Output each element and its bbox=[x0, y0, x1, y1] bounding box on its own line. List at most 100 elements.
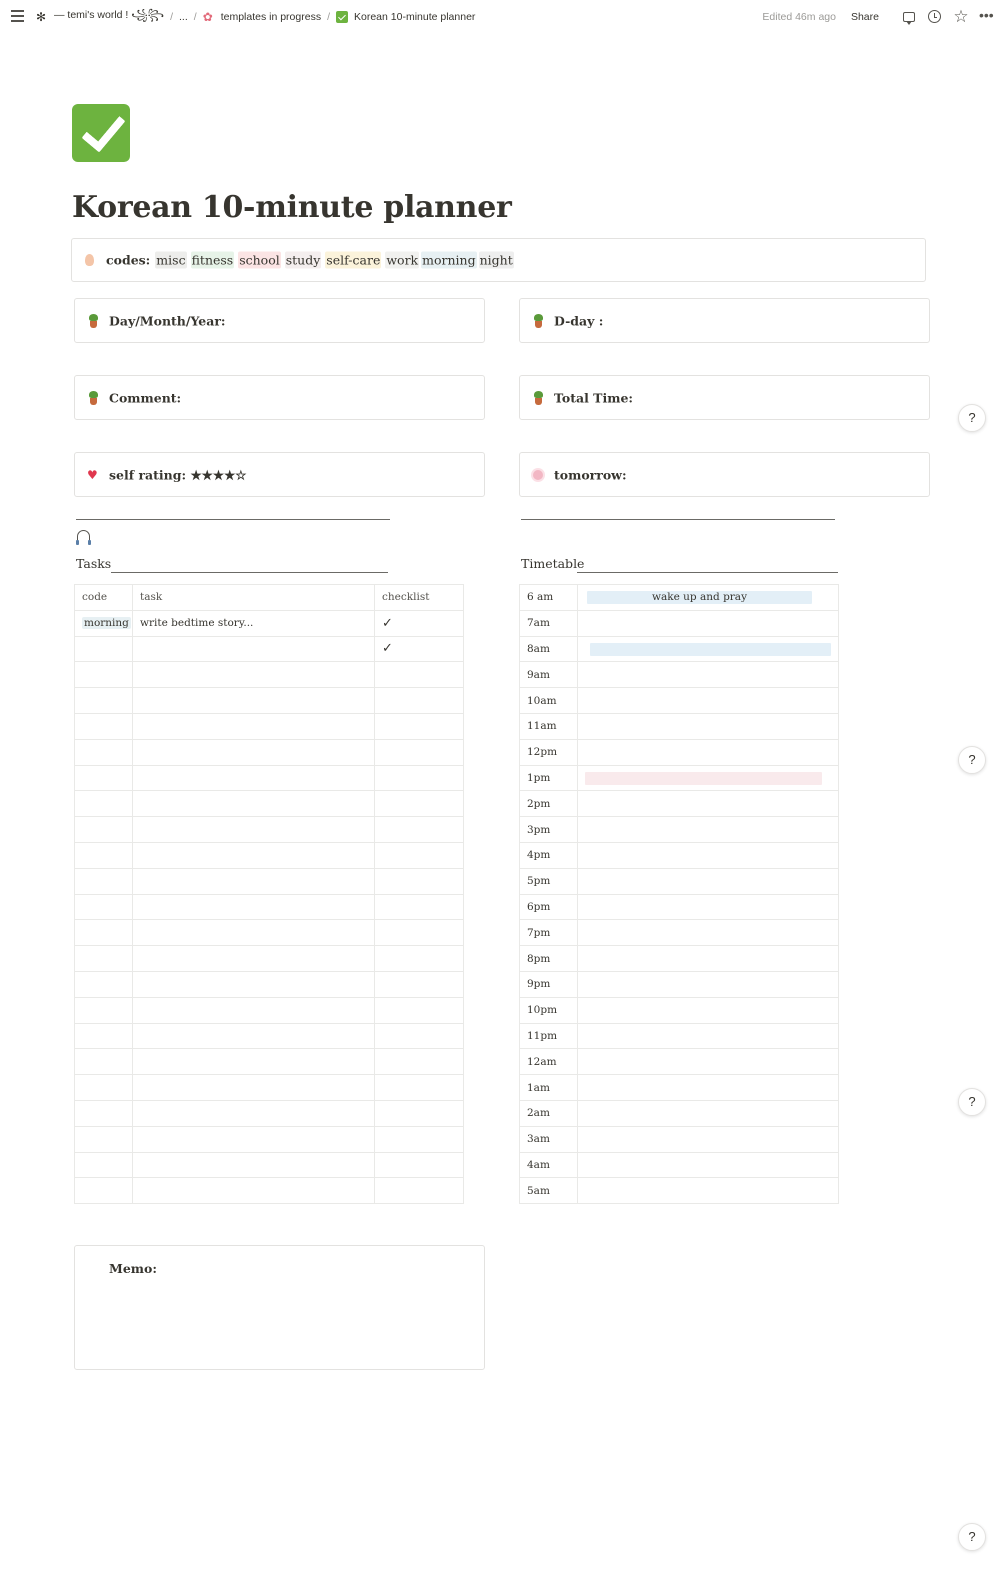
task-code-cell[interactable] bbox=[74, 996, 133, 1024]
task-code-cell[interactable] bbox=[74, 790, 133, 818]
task-code-cell[interactable] bbox=[74, 1074, 133, 1101]
task-checklist-cell[interactable] bbox=[374, 1125, 464, 1153]
timetable-row[interactable]: 3pm bbox=[519, 816, 839, 843]
help-button[interactable]: ? bbox=[958, 1523, 986, 1551]
menu-icon[interactable] bbox=[11, 10, 24, 22]
table-row[interactable] bbox=[74, 790, 464, 818]
share-button[interactable]: Share bbox=[851, 11, 879, 23]
timetable-row[interactable]: 7pm bbox=[519, 919, 839, 947]
task-code-cell[interactable] bbox=[74, 712, 133, 740]
task-code-cell[interactable]: morning bbox=[74, 609, 133, 637]
table-row[interactable]: ✓ bbox=[74, 635, 464, 663]
time-slot-cell[interactable] bbox=[577, 945, 839, 972]
task-checklist-cell[interactable] bbox=[374, 1177, 464, 1205]
task-checklist-cell[interactable] bbox=[374, 1022, 464, 1050]
task-name-cell[interactable] bbox=[132, 738, 375, 766]
more-icon[interactable]: ••• bbox=[979, 8, 995, 25]
timetable-row[interactable]: 2pm bbox=[519, 790, 839, 818]
task-name-cell[interactable] bbox=[132, 1177, 375, 1205]
table-row[interactable] bbox=[74, 893, 464, 921]
page-title[interactable]: Korean 10-minute planner bbox=[72, 190, 512, 225]
table-row[interactable] bbox=[74, 1177, 464, 1205]
timetable-row[interactable]: 4pm bbox=[519, 841, 839, 869]
task-code-cell[interactable] bbox=[74, 867, 133, 895]
time-slot-cell[interactable] bbox=[577, 1022, 839, 1050]
task-checklist-cell[interactable] bbox=[374, 816, 464, 843]
timetable-row[interactable]: 3am bbox=[519, 1125, 839, 1153]
time-slot-cell[interactable] bbox=[577, 609, 839, 637]
timetable-row[interactable]: 5am bbox=[519, 1177, 839, 1205]
comment-icon[interactable] bbox=[901, 9, 917, 25]
time-slot-cell[interactable] bbox=[577, 996, 839, 1024]
breadcrumb-templates[interactable]: templates in progress bbox=[221, 11, 321, 23]
task-code-cell[interactable] bbox=[74, 635, 133, 663]
task-checklist-cell[interactable] bbox=[374, 712, 464, 740]
task-code-cell[interactable] bbox=[74, 687, 133, 714]
task-code-cell[interactable] bbox=[74, 970, 133, 998]
time-slot-cell[interactable] bbox=[577, 1048, 839, 1076]
task-code-cell[interactable] bbox=[74, 1151, 133, 1179]
timetable-row[interactable]: 2am bbox=[519, 1099, 839, 1127]
timetable-row[interactable]: 11pm bbox=[519, 1022, 839, 1050]
task-checklist-cell[interactable] bbox=[374, 1074, 464, 1101]
time-slot-cell[interactable] bbox=[577, 1099, 839, 1127]
task-code-cell[interactable] bbox=[74, 764, 133, 792]
time-slot-cell[interactable] bbox=[577, 841, 839, 869]
task-checklist-cell[interactable] bbox=[374, 764, 464, 792]
table-row[interactable] bbox=[74, 1074, 464, 1101]
task-name-cell[interactable] bbox=[132, 919, 375, 947]
time-slot-cell[interactable] bbox=[577, 816, 839, 843]
task-checklist-cell[interactable] bbox=[374, 893, 464, 921]
task-name-cell[interactable] bbox=[132, 687, 375, 714]
table-row[interactable] bbox=[74, 841, 464, 869]
task-checklist-cell[interactable] bbox=[374, 867, 464, 895]
timetable-row[interactable]: 11am bbox=[519, 712, 839, 740]
task-checklist-cell[interactable] bbox=[374, 970, 464, 998]
task-name-cell[interactable]: write bedtime story... bbox=[132, 609, 375, 637]
table-row[interactable] bbox=[74, 867, 464, 895]
task-name-cell[interactable] bbox=[132, 816, 375, 843]
time-slot-cell[interactable] bbox=[577, 790, 839, 818]
timetable-row[interactable]: 9pm bbox=[519, 970, 839, 998]
timetable-row[interactable]: 10pm bbox=[519, 996, 839, 1024]
table-row[interactable] bbox=[74, 1099, 464, 1127]
task-name-cell[interactable] bbox=[132, 712, 375, 740]
timetable-row[interactable]: 1am bbox=[519, 1074, 839, 1101]
time-slot-cell[interactable] bbox=[577, 687, 839, 714]
timetable-row[interactable]: 9am bbox=[519, 661, 839, 689]
task-code-cell[interactable] bbox=[74, 945, 133, 972]
task-name-cell[interactable] bbox=[132, 1125, 375, 1153]
task-checklist-cell[interactable] bbox=[374, 1151, 464, 1179]
time-slot-cell[interactable] bbox=[577, 919, 839, 947]
schedule-block[interactable] bbox=[585, 771, 822, 785]
table-row[interactable] bbox=[74, 661, 464, 689]
table-row[interactable] bbox=[74, 687, 464, 714]
schedule-block[interactable]: wake up and pray bbox=[587, 591, 812, 604]
timetable-row[interactable]: 6 am wake up and pray bbox=[519, 584, 839, 611]
task-name-cell[interactable] bbox=[132, 790, 375, 818]
task-code-cell[interactable] bbox=[74, 1125, 133, 1153]
timetable-row[interactable]: 12am bbox=[519, 1048, 839, 1076]
timetable-row[interactable]: 4am bbox=[519, 1151, 839, 1179]
clock-icon[interactable] bbox=[927, 9, 943, 25]
task-name-cell[interactable] bbox=[132, 1151, 375, 1179]
task-name-cell[interactable] bbox=[132, 841, 375, 869]
task-code-cell[interactable] bbox=[74, 841, 133, 869]
page-icon[interactable] bbox=[72, 104, 130, 162]
task-name-cell[interactable] bbox=[132, 635, 375, 663]
task-checklist-cell[interactable] bbox=[374, 661, 464, 689]
breadcrumb-current-page[interactable]: Korean 10-minute planner bbox=[354, 11, 475, 23]
timetable-row[interactable]: 1pm bbox=[519, 764, 839, 792]
time-slot-cell[interactable] bbox=[577, 635, 839, 663]
comment-callout[interactable]: Comment: bbox=[74, 375, 485, 420]
time-slot-cell[interactable] bbox=[577, 893, 839, 921]
timetable-row[interactable]: 5pm bbox=[519, 867, 839, 895]
table-row[interactable] bbox=[74, 1022, 464, 1050]
task-checklist-cell[interactable] bbox=[374, 687, 464, 714]
task-checklist-cell[interactable] bbox=[374, 919, 464, 947]
task-name-cell[interactable] bbox=[132, 661, 375, 689]
breadcrumb-workspace[interactable]: — temi's world ! ꧁꧂ bbox=[54, 6, 164, 28]
help-button[interactable]: ? bbox=[958, 746, 986, 774]
task-checklist-cell[interactable] bbox=[374, 790, 464, 818]
table-row[interactable] bbox=[74, 1125, 464, 1153]
